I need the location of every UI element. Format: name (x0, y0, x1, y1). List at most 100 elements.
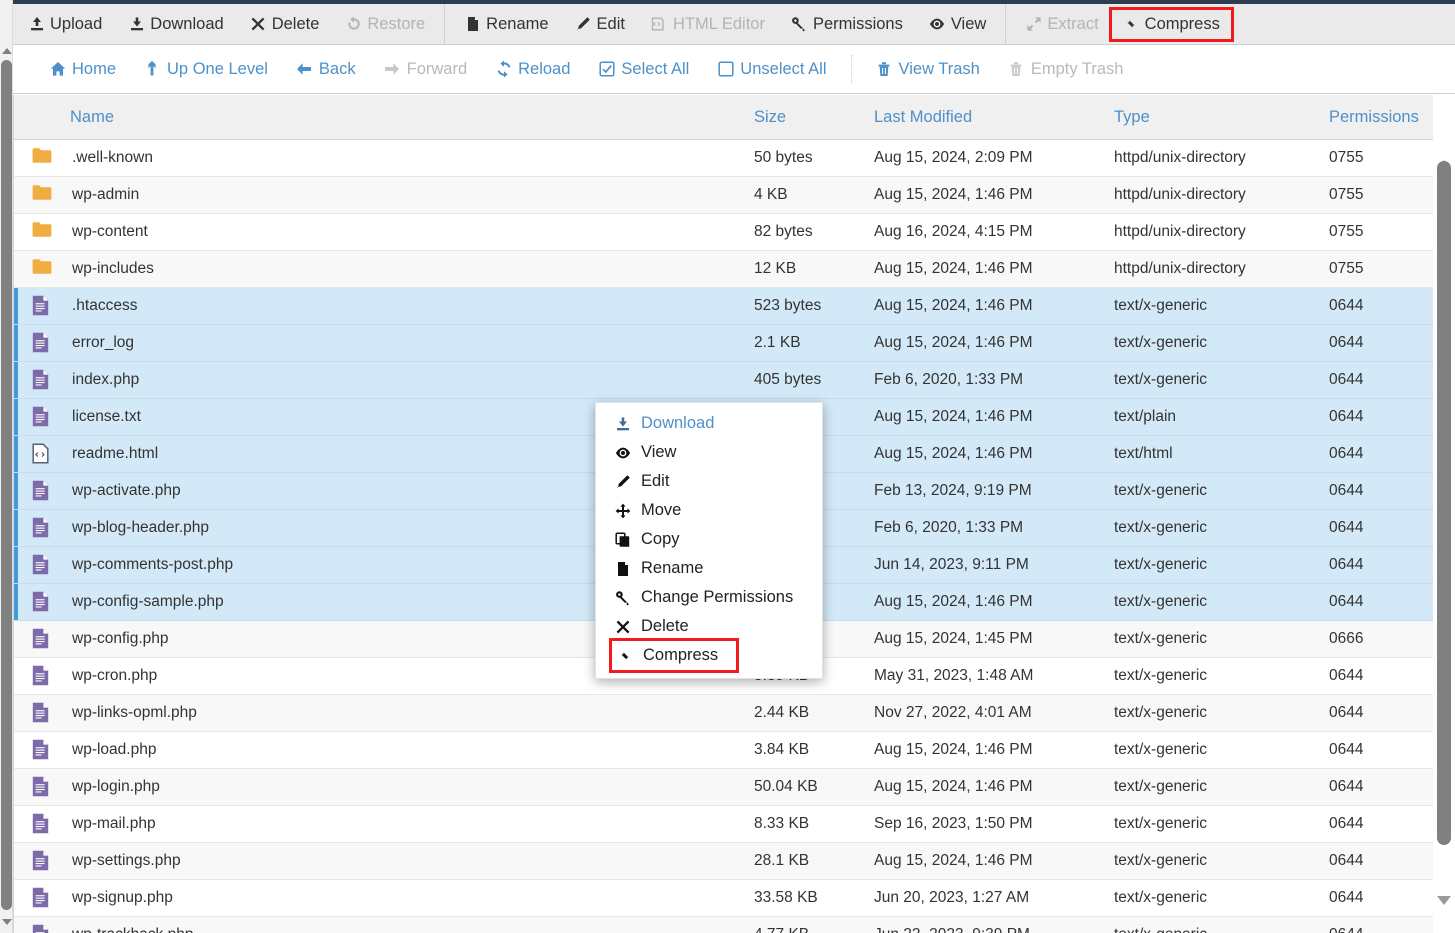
context-menu-copy-item[interactable]: Copy (596, 525, 822, 554)
file-name-cell[interactable]: wp-login.php (14, 776, 754, 798)
context-menu-item-label: Download (641, 414, 715, 432)
table-row[interactable]: wp-content 82 bytes Aug 16, 2024, 4:15 PM h… (14, 214, 1455, 251)
table-row[interactable]: wp-signup.php 33.58 KB Jun 20, 2023, 1:27 … (14, 880, 1455, 917)
file-name-label: .well-known (72, 149, 153, 166)
file-name-cell[interactable]: wp-admin (14, 184, 754, 206)
column-header-type[interactable]: Type (1114, 108, 1329, 127)
column-header-name[interactable]: Name (14, 108, 754, 127)
file-name-cell[interactable]: wp-settings.php (14, 850, 754, 872)
file-type-cell: text/x-generic (1114, 371, 1208, 388)
nav-back-button[interactable]: Back (282, 56, 370, 83)
file-size-cell: 8.33 KB (754, 815, 810, 832)
file-permissions-cell: 0644 (1329, 852, 1364, 869)
file-name-cell[interactable]: .htaccess (14, 295, 754, 317)
file-name-cell[interactable]: wp-mail.php (14, 813, 754, 835)
toolbar-permissions-button[interactable]: Permissions (778, 11, 916, 38)
toolbar-item-label: Upload (50, 14, 103, 33)
file-modified-cell: Aug 15, 2024, 1:46 PM (874, 593, 1033, 610)
nav-item-label: Empty Trash (1030, 59, 1124, 78)
table-row[interactable]: wp-admin 4 KB Aug 15, 2024, 1:46 PM httpd/u… (14, 177, 1455, 214)
page-scroll-down-arrow[interactable] (0, 915, 13, 929)
table-scrollbar[interactable] (1433, 95, 1455, 933)
column-header-modified[interactable]: Last Modified (874, 108, 1114, 127)
table-row[interactable]: .htaccess 523 bytes Aug 15, 2024, 1:46 PM t… (14, 288, 1455, 325)
page-scroll-thumb[interactable] (1, 60, 12, 910)
toolbar-edit-button[interactable]: Edit (562, 11, 638, 38)
file-name-cell[interactable]: wp-content (14, 221, 754, 243)
nav-item-label: Select All (621, 59, 690, 78)
file-name-cell[interactable]: wp-links-opml.php (14, 702, 754, 724)
table-scroll-down-arrow[interactable] (1437, 896, 1451, 923)
file-modified-cell: Aug 15, 2024, 1:46 PM (874, 408, 1033, 425)
context-menu-rename-item[interactable]: Rename (596, 554, 822, 583)
table-row[interactable]: wp-mail.php 8.33 KB Sep 16, 2023, 1:50 PM t… (14, 806, 1455, 843)
file-permissions-cell: 0644 (1329, 926, 1439, 933)
file-size-cell: 3.84 KB (754, 741, 810, 758)
table-row[interactable]: index.php 405 bytes Feb 6, 2020, 1:33 PM te… (14, 362, 1455, 399)
table-scroll-up-arrow[interactable] (1437, 143, 1451, 169)
file-name-cell[interactable]: wp-includes (14, 258, 754, 280)
page-scroll-up-arrow[interactable] (0, 44, 13, 58)
column-header-permissions[interactable]: Permissions (1329, 108, 1439, 127)
file-name-cell[interactable]: wp-trackback.php (14, 924, 754, 933)
nav-reload-button[interactable]: Reload (481, 56, 584, 83)
text-file-icon (32, 295, 52, 317)
toolbar-upload-button[interactable]: Upload (15, 11, 115, 38)
context-menu-download-item[interactable]: Download (596, 409, 822, 438)
nav-view-trash-button[interactable]: View Trash (862, 56, 994, 83)
table-row[interactable]: wp-settings.php 28.1 KB Aug 15, 2024, 1:46… (14, 843, 1455, 880)
table-row[interactable]: wp-trackback.php 4.77 KBJun 22, 2023, 9:3… (14, 917, 1455, 933)
file-name-label: wp-activate.php (72, 482, 181, 499)
table-row[interactable]: wp-load.php 3.84 KB Aug 15, 2024, 1:46 PM t… (14, 732, 1455, 769)
file-type-cell: text/plain (1114, 408, 1177, 425)
page-scrollbar[interactable] (0, 0, 13, 933)
nav-unselect-all-button[interactable]: Unselect All (703, 56, 840, 83)
table-header-row: Name Size Last Modified Type Permissions (14, 95, 1455, 140)
context-menu-item-label: Rename (641, 559, 704, 577)
context-menu-item-label: Copy (641, 530, 680, 548)
file-permissions-cell: 0644 (1329, 482, 1364, 499)
file-name-cell[interactable]: wp-load.php (14, 739, 754, 761)
file-name-label: wp-login.php (72, 778, 160, 795)
context-menu-change-permissions-item[interactable]: Change Permissions (596, 583, 822, 612)
arrow-right-icon (384, 61, 401, 78)
file-permissions-cell: 0755 (1329, 260, 1364, 277)
text-file-icon (32, 332, 52, 354)
html-file-icon (32, 443, 52, 465)
table-row[interactable]: wp-includes 12 KB Aug 15, 2024, 1:46 PM htt… (14, 251, 1455, 288)
nav-select-all-button[interactable]: Select All (584, 56, 703, 83)
table-row[interactable]: .well-known 50 bytes Aug 15, 2024, 2:09 PM… (14, 140, 1455, 177)
folder-icon (32, 221, 52, 243)
file-name-label: wp-blog-header.php (72, 519, 210, 536)
table-row[interactable]: wp-login.php 50.04 KB Aug 15, 2024, 1:46 P… (14, 769, 1455, 806)
table-scroll-thumb[interactable] (1437, 161, 1451, 845)
table-row[interactable]: error_log 2.1 KB Aug 15, 2024, 1:46 PM text… (14, 325, 1455, 362)
nav-forward-button: Forward (370, 56, 482, 83)
toolbar-rename-button[interactable]: Rename (451, 11, 561, 38)
context-menu-move-item[interactable]: Move (596, 496, 822, 525)
reload-icon (495, 61, 512, 78)
context-menu-compress-item[interactable]: Compress (609, 638, 739, 673)
toolbar-delete-button[interactable]: Delete (237, 11, 333, 38)
toolbar-item-label: Compress (1144, 14, 1220, 33)
table-row[interactable]: wp-links-opml.php 2.44 KB Nov 27, 2022, 4:… (14, 695, 1455, 732)
file-name-cell[interactable]: error_log (14, 332, 754, 354)
text-file-icon (32, 887, 52, 909)
nav-home-button[interactable]: Home (35, 56, 130, 83)
toolbar-view-button[interactable]: View (916, 11, 999, 38)
file-name-cell[interactable]: index.php (14, 369, 754, 391)
file-name-cell[interactable]: wp-signup.php (14, 887, 754, 909)
context-menu-edit-item[interactable]: Edit (596, 467, 822, 496)
text-file-icon (32, 702, 52, 724)
column-header-size[interactable]: Size (754, 108, 874, 127)
file-name-label: wp-load.php (72, 741, 157, 758)
file-name-label: wp-trackback.php (72, 926, 193, 933)
file-modified-cell: Sep 16, 2023, 1:50 PM (874, 815, 1033, 832)
file-size-cell: 82 bytes (754, 223, 813, 240)
nav-up-one-level-button[interactable]: Up One Level (130, 56, 282, 83)
toolbar-download-button[interactable]: Download (115, 11, 236, 38)
context-menu-delete-item[interactable]: Delete (596, 612, 822, 641)
file-name-cell[interactable]: .well-known (14, 147, 754, 169)
toolbar-compress-button[interactable]: Compress (1108, 6, 1234, 42)
context-menu-view-item[interactable]: View (596, 438, 822, 467)
